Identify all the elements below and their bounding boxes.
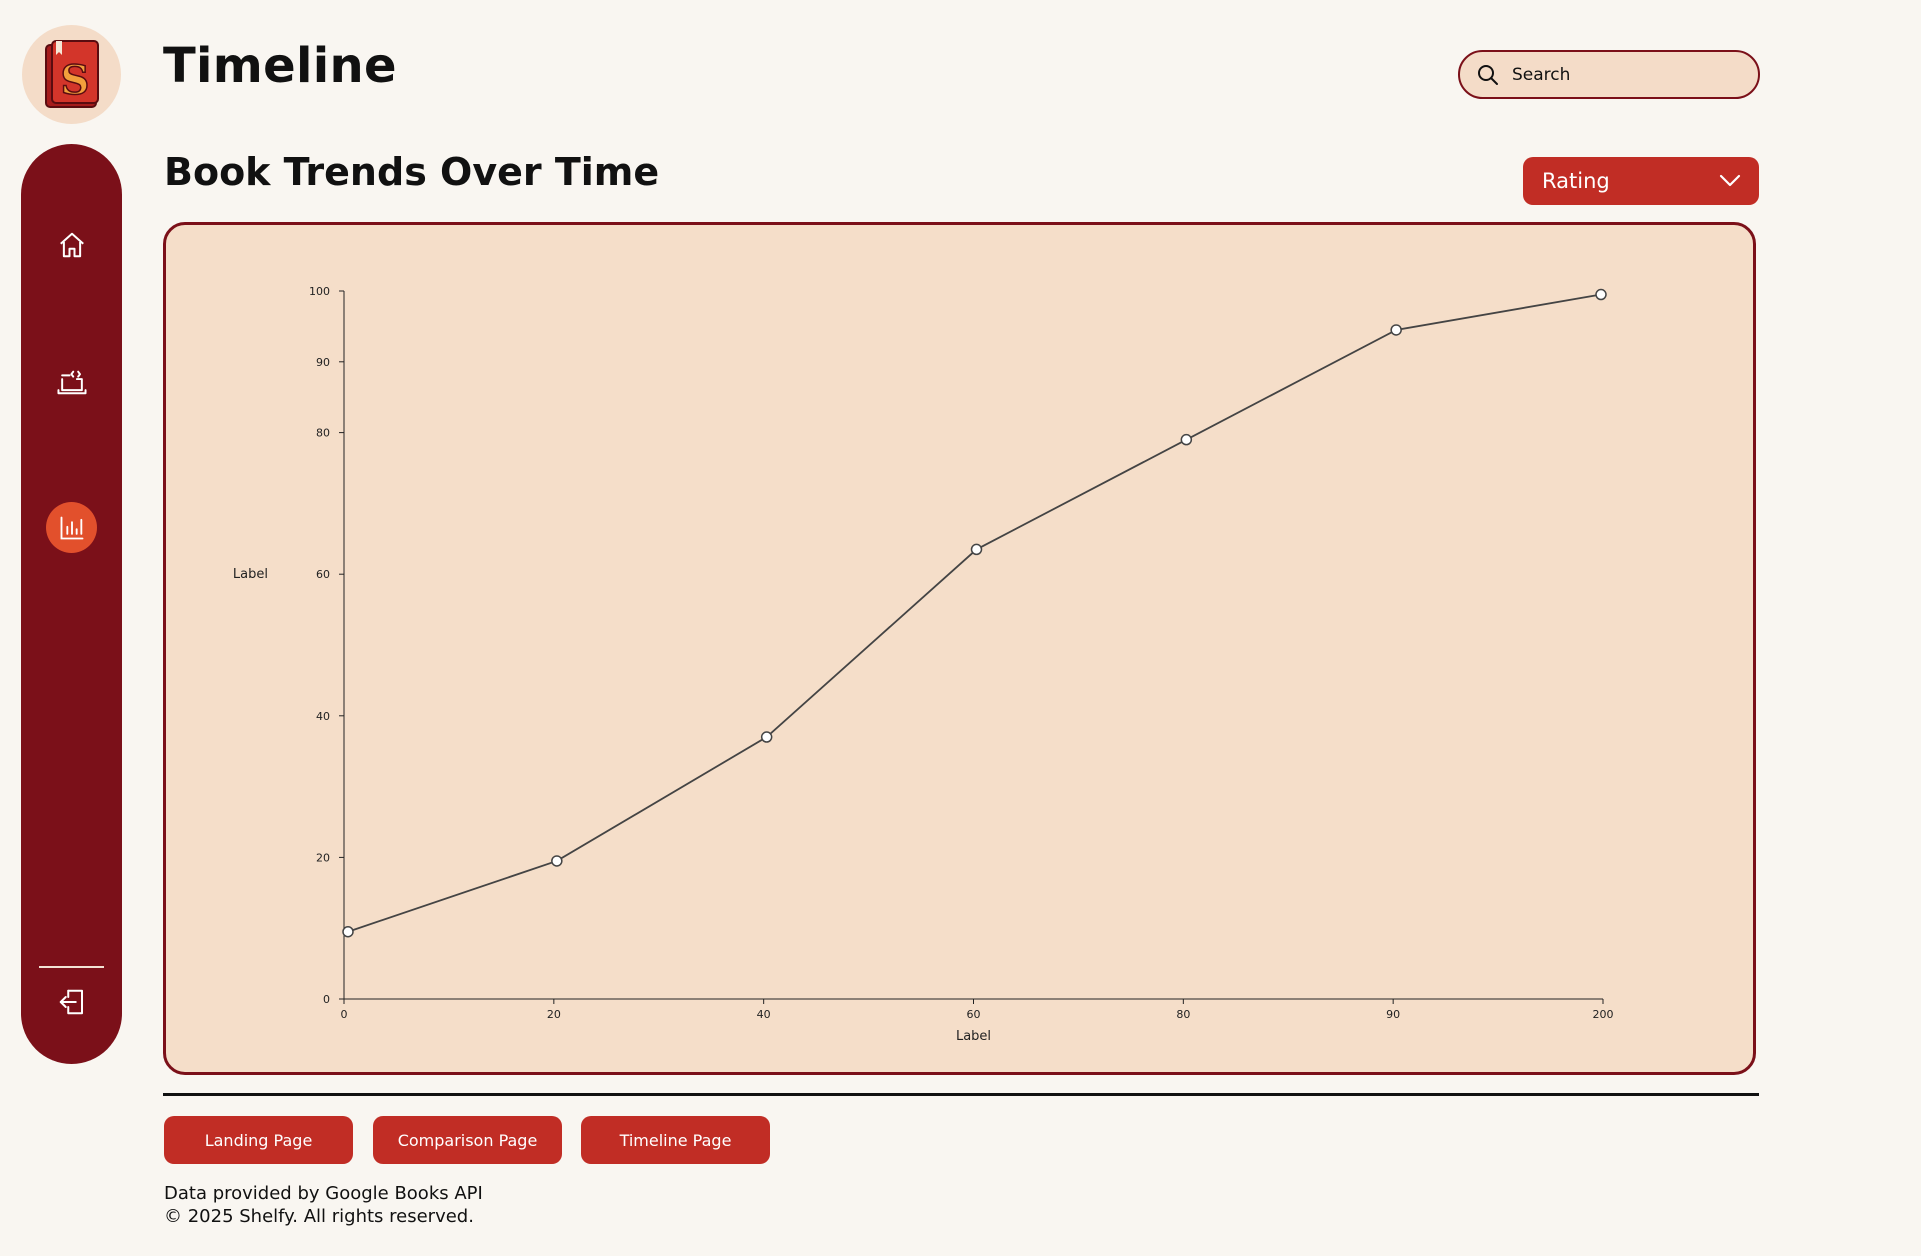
- page-title: Timeline: [163, 38, 397, 94]
- data-point: [1390, 324, 1402, 336]
- data-point: [970, 543, 983, 556]
- sidebar-divider: [39, 966, 104, 968]
- y-tick-label: 20: [316, 851, 330, 864]
- comparison-page-button[interactable]: Comparison Page: [373, 1116, 562, 1164]
- bar-chart-icon: [60, 516, 83, 539]
- y-axis-title: Label: [233, 567, 268, 582]
- data-point: [1180, 433, 1193, 446]
- home-icon: [59, 232, 84, 257]
- x-tick-label: 20: [547, 1008, 561, 1021]
- copyright: © 2025 Shelfy. All rights reserved.: [164, 1206, 474, 1227]
- search-icon: [1478, 64, 1498, 85]
- data-point: [760, 731, 773, 743]
- data-point: [551, 855, 563, 867]
- x-tick-label: 40: [757, 1008, 771, 1021]
- book-logo-icon: S: [44, 39, 99, 108]
- sidebar-item-home[interactable]: [46, 219, 97, 270]
- y-tick-label: 60: [316, 568, 330, 581]
- series-line: [347, 293, 1602, 933]
- data-point: [342, 925, 354, 938]
- x-tick-label: 80: [1176, 1008, 1190, 1021]
- y-tick-label: 80: [316, 427, 330, 440]
- data-credit: Data provided by Google Books API: [164, 1183, 483, 1204]
- section-title: Book Trends Over Time: [164, 150, 660, 194]
- y-tick-label: 100: [309, 285, 330, 298]
- shelfy-logo[interactable]: S: [22, 25, 121, 124]
- metric-dropdown[interactable]: Rating: [1523, 157, 1759, 205]
- y-tick-label: 40: [316, 710, 330, 723]
- search-input[interactable]: [1512, 64, 1732, 85]
- landing-page-button[interactable]: Landing Page: [164, 1116, 353, 1164]
- footer-divider: [163, 1093, 1759, 1096]
- x-tick-label: 200: [1593, 1008, 1614, 1021]
- line-chart: 0 20 40 60 80 90 100 0 20 40 60 80 90 200 Label Label: [233, 285, 1614, 1044]
- chevron-down-icon: [1719, 174, 1741, 187]
- y-tick-label: 90: [316, 356, 330, 369]
- x-tick-label: 0: [341, 1008, 348, 1021]
- y-tick-label: 0: [323, 993, 330, 1006]
- search-bar[interactable]: [1458, 50, 1760, 99]
- laptop-code-icon: [56, 370, 87, 394]
- chart-panel: 0 20 40 60 80 90 100 0 20 40 60 80 90 200 Label Label: [163, 222, 1756, 1075]
- logout-button[interactable]: [46, 976, 97, 1027]
- data-point: [1595, 288, 1607, 301]
- sidebar-item-timeline[interactable]: [46, 502, 97, 553]
- x-tick-label: 90: [1386, 1008, 1400, 1021]
- timeline-page-button[interactable]: Timeline Page: [581, 1116, 770, 1164]
- svg-text:S: S: [60, 57, 89, 104]
- x-tick-label: 60: [967, 1008, 981, 1021]
- logout-icon: [59, 989, 83, 1014]
- x-axis-title: Label: [956, 1029, 991, 1044]
- sidebar: [21, 144, 122, 1064]
- sidebar-item-comparison[interactable]: [46, 358, 97, 409]
- dropdown-selected-value: Rating: [1542, 169, 1610, 193]
